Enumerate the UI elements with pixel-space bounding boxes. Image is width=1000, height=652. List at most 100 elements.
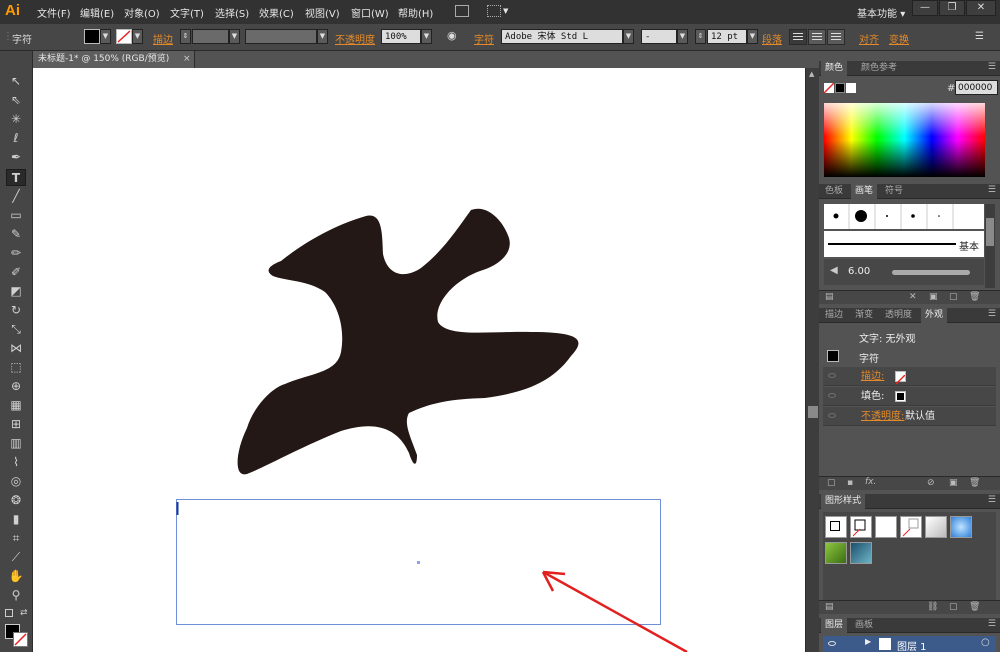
hex-input[interactable]: 000000 xyxy=(955,80,998,95)
default-colors-icon[interactable] xyxy=(5,609,13,617)
appearance-stroke-row[interactable]: 描边: xyxy=(823,367,996,386)
shape-builder-tool-icon[interactable]: ⊕ xyxy=(6,378,26,395)
type-tool-icon[interactable]: T xyxy=(6,169,26,186)
none-swatch[interactable] xyxy=(823,82,835,94)
menu-effect[interactable]: 效果(C) xyxy=(259,5,294,20)
expand-triangle-icon[interactable]: ▶ xyxy=(865,637,871,646)
opacity-dropdown[interactable]: ▼ xyxy=(421,29,432,44)
stroke-weight-stepper[interactable]: ⇕ xyxy=(180,29,191,44)
rotate-tool-icon[interactable]: ↻ xyxy=(6,302,26,319)
graphic-style-gray-gradient[interactable] xyxy=(925,516,947,538)
character-label[interactable]: 字符 xyxy=(474,31,494,46)
eraser-tool-icon[interactable]: ◩ xyxy=(6,283,26,300)
perspective-grid-tool-icon[interactable]: ▦ xyxy=(6,397,26,414)
font-style-dropdown[interactable]: ▼ xyxy=(677,29,688,44)
artboard-canvas[interactable] xyxy=(33,68,805,652)
tab-layers[interactable]: 图层 xyxy=(821,618,848,633)
mesh-tool-icon[interactable]: ⊞ xyxy=(6,416,26,433)
scrollbar-thumb[interactable] xyxy=(808,406,818,418)
basic-brush-row[interactable]: 基本 xyxy=(824,231,984,257)
brush-library-icon[interactable]: ▤ xyxy=(825,292,834,302)
clear-appearance-icon[interactable]: ⊘ xyxy=(927,478,935,488)
eyedropper-tool-icon[interactable]: ⌇ xyxy=(6,454,26,471)
rectangle-tool-icon[interactable]: ▭ xyxy=(6,207,26,224)
brushes-scrollbar[interactable] xyxy=(985,204,995,288)
chevron-down-icon[interactable]: ▼ xyxy=(503,7,508,15)
menu-select[interactable]: 选择(S) xyxy=(215,5,249,20)
eye-icon[interactable] xyxy=(828,393,836,398)
brush-options-icon[interactable]: ▣ xyxy=(929,292,938,302)
trash-icon[interactable]: 🗑 xyxy=(969,292,980,302)
menu-file[interactable]: 文件(F) xyxy=(37,5,71,20)
brush-tip[interactable] xyxy=(886,215,888,217)
tab-transparency[interactable]: 透明度 xyxy=(881,308,916,323)
menu-type[interactable]: 文字(T) xyxy=(170,5,204,20)
swap-colors-icon[interactable]: ⇄ xyxy=(20,608,28,618)
add-stroke-icon[interactable]: ▢ xyxy=(827,478,836,488)
brush-tip[interactable] xyxy=(855,210,867,222)
close-button[interactable]: ✕ xyxy=(966,0,996,16)
hand-tool-icon[interactable]: ✋ xyxy=(6,568,26,585)
fill-swatch[interactable] xyxy=(84,29,100,44)
gradient-tool-icon[interactable]: ▥ xyxy=(6,435,26,452)
remove-brush-icon[interactable]: ✕ xyxy=(909,292,917,302)
panel-menu-icon[interactable]: ☰ xyxy=(988,62,996,72)
opacity-label[interactable]: 不透明度 xyxy=(335,31,375,46)
transform-label[interactable]: 变换 xyxy=(889,31,909,46)
font-size-dropdown[interactable]: ▼ xyxy=(747,29,758,44)
splash-shape[interactable] xyxy=(237,208,579,475)
variable-width-dropdown[interactable]: ▼ xyxy=(317,29,328,44)
eye-icon[interactable] xyxy=(828,641,836,646)
fx-icon[interactable]: fx. xyxy=(865,477,876,487)
stroke-color-swatch[interactable] xyxy=(13,632,28,647)
scrollbar-thumb[interactable] xyxy=(986,218,994,246)
variable-width-field[interactable] xyxy=(245,29,317,44)
vertical-scrollbar[interactable]: ▲ xyxy=(805,68,819,652)
black-swatch[interactable] xyxy=(835,83,845,93)
fill-dropdown[interactable]: ▼ xyxy=(100,29,111,44)
scroll-up-icon[interactable]: ▲ xyxy=(809,70,814,78)
tab-stroke[interactable]: 描边 xyxy=(821,308,847,323)
tab-graphic-styles[interactable]: 图形样式 xyxy=(821,494,866,509)
lasso-tool-icon[interactable]: ℓ xyxy=(6,130,26,147)
tab-color[interactable]: 颜色 xyxy=(821,61,848,76)
trash-icon[interactable]: 🗑 xyxy=(969,478,980,488)
graphic-style-no-stroke[interactable] xyxy=(850,516,872,538)
stroke-dropdown[interactable]: ▼ xyxy=(132,29,143,44)
paragraph-label[interactable]: 段落 xyxy=(762,31,782,46)
align-center-button[interactable] xyxy=(808,29,826,45)
paintbrush-tool-icon[interactable]: ✎ xyxy=(6,226,26,243)
recolor-icon[interactable]: ◉ xyxy=(447,29,457,42)
panel-menu-icon[interactable]: ☰ xyxy=(975,31,984,42)
font-family-dropdown[interactable]: ▼ xyxy=(623,29,634,44)
panel-menu-icon[interactable]: ☰ xyxy=(988,495,996,505)
panel-menu-icon[interactable]: ☰ xyxy=(988,309,996,319)
target-icon[interactable]: ○ xyxy=(981,637,990,648)
eye-icon[interactable] xyxy=(828,373,836,378)
break-link-icon[interactable]: ⛓ xyxy=(927,602,938,612)
graphic-style-green-texture[interactable] xyxy=(825,542,847,564)
appearance-fill-row[interactable]: 填色: xyxy=(823,387,996,406)
bridge-icon[interactable] xyxy=(455,5,469,17)
brush-tip[interactable] xyxy=(911,214,915,218)
tab-symbols[interactable]: 符号 xyxy=(881,184,907,199)
minimize-button[interactable]: — xyxy=(912,0,938,16)
scale-tool-icon[interactable]: ⤡ xyxy=(6,321,26,338)
direct-selection-tool-icon[interactable]: ⇖ xyxy=(6,92,26,109)
stroke-attr-label[interactable]: 描边: xyxy=(861,367,884,386)
tab-swatches[interactable]: 色板 xyxy=(821,184,847,199)
artboard-tool-icon[interactable]: ⌗ xyxy=(6,530,26,547)
restore-button[interactable]: ❐ xyxy=(939,0,965,16)
stroke-none-swatch[interactable] xyxy=(895,371,906,385)
column-graph-tool-icon[interactable]: ▮ xyxy=(6,511,26,528)
width-tool-icon[interactable]: ⋈ xyxy=(6,340,26,357)
font-style-field[interactable]: - xyxy=(641,29,677,44)
fill-black-swatch[interactable] xyxy=(895,391,906,402)
menu-help[interactable]: 帮助(H) xyxy=(398,5,433,20)
font-size-field[interactable]: 12 pt xyxy=(707,29,747,44)
line-tool-icon[interactable]: ╱ xyxy=(6,188,26,205)
appearance-opacity-row[interactable]: 不透明度: 默认值 xyxy=(823,407,996,426)
graphic-style-white[interactable] xyxy=(875,516,897,538)
stroke-weight-dropdown[interactable]: ▼ xyxy=(229,29,240,44)
tab-artboards[interactable]: 画板 xyxy=(851,618,877,633)
